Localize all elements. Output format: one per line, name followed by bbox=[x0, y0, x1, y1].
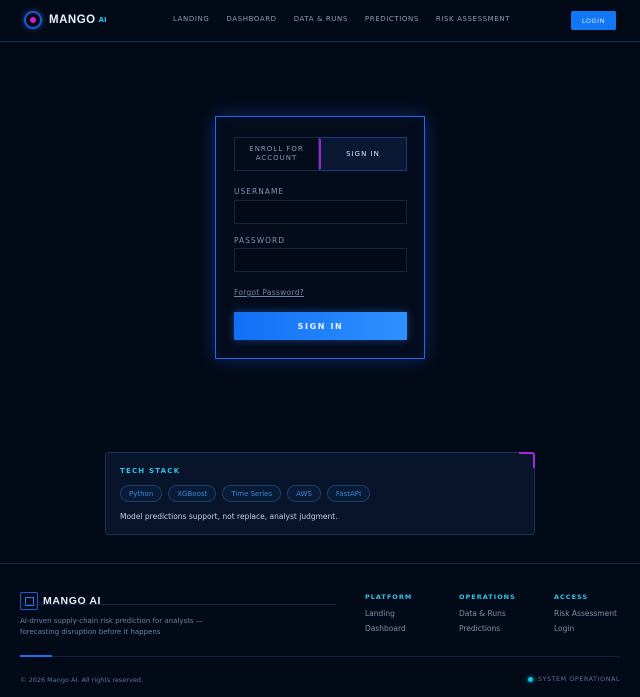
footer-col-access: ACCESS Risk Assessment Login bbox=[554, 593, 617, 639]
footer-col-title: PLATFORM bbox=[365, 593, 413, 601]
auth-card: ENROLL FOR ACCOUNT SIGN IN USERNAME PASS… bbox=[215, 116, 425, 359]
system-status: SYSTEM OPERATIONAL bbox=[527, 675, 620, 683]
tab-enroll-label: ENROLL FOR ACCOUNT bbox=[249, 145, 304, 162]
copyright: © 2026 Mango AI. All rights reserved. bbox=[20, 676, 144, 684]
tech-chips: Python XGBoost Time Series AWS FastAPI bbox=[120, 485, 376, 502]
forgot-password-link[interactable]: Forgot Password? bbox=[234, 288, 304, 297]
nav-link-data-runs[interactable]: DATA & RUNS bbox=[294, 15, 348, 23]
status-dot-icon bbox=[527, 676, 533, 682]
tab-signin-label: SIGN IN bbox=[346, 149, 380, 158]
footer-brand: MANGO AI bbox=[20, 592, 101, 610]
footer: MANGO AI AI-driven supply-chain risk pre… bbox=[0, 563, 640, 697]
footer-link-risk-assessment[interactable]: Risk Assessment bbox=[554, 609, 617, 618]
tech-stack-card: TECH STACK Python XGBoost Time Series AW… bbox=[105, 452, 535, 535]
username-field[interactable] bbox=[234, 200, 407, 224]
tab-active-indicator bbox=[319, 139, 321, 169]
username-label: USERNAME bbox=[234, 187, 285, 196]
tech-chip: AWS bbox=[287, 485, 321, 502]
password-field[interactable] bbox=[234, 248, 407, 272]
tab-signin[interactable]: SIGN IN bbox=[319, 137, 407, 171]
footer-rule bbox=[20, 656, 620, 657]
logo-icon bbox=[24, 11, 42, 29]
top-nav: MANGO AI LANDING DASHBOARD DATA & RUNS P… bbox=[0, 0, 640, 42]
footer-col-platform: PLATFORM Landing Dashboard bbox=[365, 593, 412, 639]
footer-link-landing[interactable]: Landing bbox=[365, 609, 412, 618]
tab-enroll[interactable]: ENROLL FOR ACCOUNT bbox=[234, 137, 319, 171]
tech-chip: XGBoost bbox=[168, 485, 217, 502]
tech-chip: FastAPI bbox=[326, 485, 371, 502]
brand-logo[interactable]: MANGO AI bbox=[24, 11, 107, 29]
footer-logo-icon bbox=[20, 592, 38, 610]
tech-chip: Time Series bbox=[222, 485, 282, 502]
brand-name: MANGO bbox=[49, 14, 96, 26]
nav-link-predictions[interactable]: PREDICTIONS bbox=[365, 15, 419, 23]
password-label: PASSWORD bbox=[234, 236, 286, 245]
corner-accent bbox=[519, 452, 535, 468]
login-button[interactable]: LOGIN bbox=[571, 11, 616, 30]
nav-link-risk-assessment[interactable]: RISK ASSESSMENT bbox=[436, 15, 510, 23]
footer-brand-name: MANGO AI bbox=[43, 595, 102, 607]
footer-link-predictions[interactable]: Predictions bbox=[459, 624, 516, 633]
footer-link-login[interactable]: Login bbox=[554, 624, 617, 633]
nav-links: LANDING DASHBOARD DATA & RUNS PREDICTION… bbox=[173, 15, 527, 23]
nav-link-landing[interactable]: LANDING bbox=[173, 15, 209, 23]
nav-link-dashboard[interactable]: DASHBOARD bbox=[226, 15, 276, 23]
tech-disclaimer: Model predictions support, not replace, … bbox=[120, 512, 338, 521]
brand-suffix: AI bbox=[98, 16, 107, 24]
footer-link-data-runs[interactable]: Data & Runs bbox=[459, 609, 516, 618]
footer-col-operations: OPERATIONS Data & Runs Predictions bbox=[459, 593, 516, 639]
footer-accent-bar bbox=[20, 655, 52, 657]
footer-tagline: AI-driven supply-chain risk prediction f… bbox=[20, 617, 203, 636]
footer-link-dashboard[interactable]: Dashboard bbox=[365, 624, 412, 633]
footer-divider bbox=[20, 604, 336, 605]
tech-chip: Python bbox=[120, 485, 163, 502]
sign-in-button[interactable]: SIGN IN bbox=[234, 312, 407, 340]
status-text: SYSTEM OPERATIONAL bbox=[537, 675, 620, 683]
footer-col-title: OPERATIONS bbox=[459, 593, 516, 601]
tech-stack-title: TECH STACK bbox=[120, 467, 181, 475]
footer-col-title: ACCESS bbox=[554, 593, 589, 601]
